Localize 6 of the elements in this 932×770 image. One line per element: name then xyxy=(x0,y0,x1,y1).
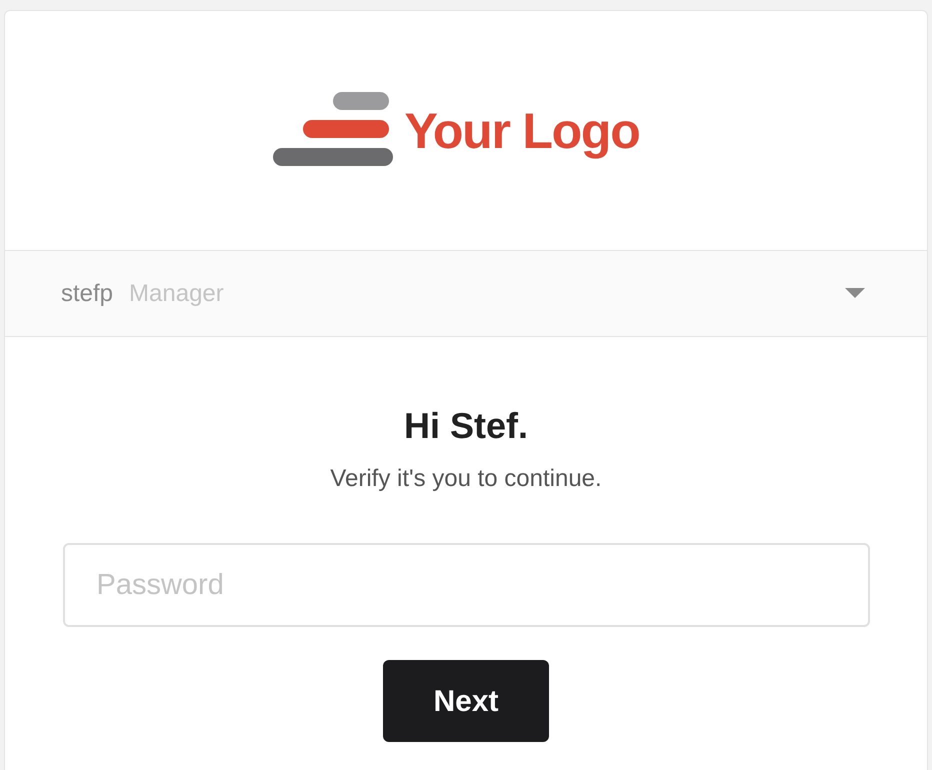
password-field[interactable]: Password xyxy=(62,543,870,627)
caret-icon xyxy=(845,288,865,300)
next-button[interactable]: Next xyxy=(383,660,549,742)
username: stefp xyxy=(61,278,114,308)
greeting-title: Hi Stef. xyxy=(404,404,528,448)
greeting-subtitle: Verify it's you to continue. xyxy=(330,464,602,494)
